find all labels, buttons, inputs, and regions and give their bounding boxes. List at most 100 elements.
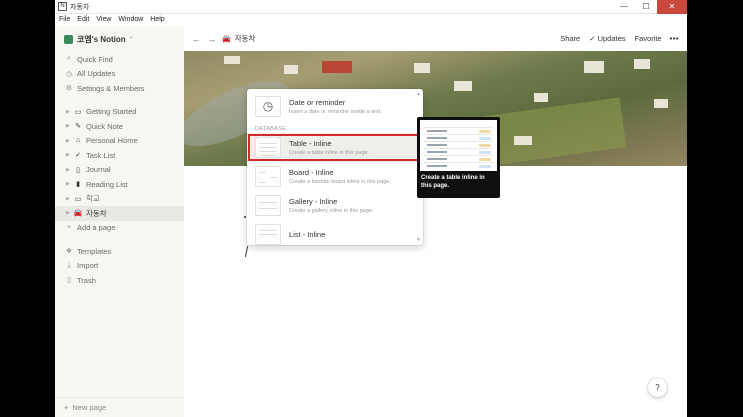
workspace-name: 코엠's Notion xyxy=(77,34,126,44)
help-button[interactable]: ? xyxy=(648,378,667,397)
house-icon: ⌂ xyxy=(75,137,81,145)
sidebar-page-journal[interactable]: ▶ ▯ Journal xyxy=(55,163,184,178)
scroll-down-icon[interactable]: ▼ xyxy=(416,237,421,243)
notion-window: N 자동차 — ☐ ✕ File Edit View Window Help 코… xyxy=(55,0,687,417)
menu-item-title: Gallery - Inline xyxy=(289,197,338,206)
menu-file[interactable]: File xyxy=(59,16,70,23)
page-icon: ▭ xyxy=(74,195,82,203)
sidebar-item-label: Trash xyxy=(77,275,96,285)
sidebar-item-label: Import xyxy=(77,261,99,271)
chevron-updown-icon: ⌃ xyxy=(128,36,134,43)
workspace-switcher[interactable]: 코엠's Notion ⌃ xyxy=(55,26,184,52)
title-bar: N 자동차 — ☐ ✕ xyxy=(55,0,687,14)
gear-icon: ⚙ xyxy=(65,85,73,93)
top-bar: ← → 🚘 자동차 Share ✓ Updates Favorite ••• xyxy=(184,26,687,51)
menu-item-title: Date or reminder xyxy=(289,97,346,107)
sidebar-item-label: Reading List xyxy=(86,179,128,189)
page-icon: ▭ xyxy=(74,108,82,116)
sidebar-trash[interactable]: ▯ Trash xyxy=(55,273,184,288)
maximize-button[interactable]: ☐ xyxy=(635,0,657,14)
sidebar-templates[interactable]: ❖ Templates xyxy=(55,244,184,259)
new-page-button[interactable]: + New page xyxy=(55,397,184,417)
breadcrumb[interactable]: 자동차 xyxy=(235,33,256,44)
sidebar-item-label: Settings & Members xyxy=(77,83,145,93)
sidebar-page-quick-note[interactable]: ▶ ✎ Quick Note xyxy=(55,119,184,134)
car-icon: 🚘 xyxy=(73,210,83,218)
sidebar-page-task-list[interactable]: ▶ ✓ Task List xyxy=(55,148,184,163)
sidebar-item-label: Task List xyxy=(86,150,116,160)
menu-item-list-inline[interactable]: List - Inline xyxy=(247,220,423,245)
menu-item-desc: Create a gallery inline in this page. xyxy=(289,208,374,214)
sidebar-page-personal-home[interactable]: ▶ ⌂ Personal Home xyxy=(55,134,184,149)
menu-item-gallery-inline[interactable]: Gallery - Inline Create a gallery inline… xyxy=(247,191,423,220)
sidebar: 코엠's Notion ⌃ ⌕ Quick Find ◷ All Updates… xyxy=(55,26,184,417)
sidebar-all-updates[interactable]: ◷ All Updates xyxy=(55,67,184,82)
forward-arrow-icon[interactable]: → xyxy=(207,34,216,44)
sidebar-add-page[interactable]: + Add a page xyxy=(55,221,184,236)
checkmark-icon: ✓ xyxy=(75,152,81,160)
expand-triangle-icon[interactable]: ▶ xyxy=(64,181,73,187)
sidebar-item-label: Personal Home xyxy=(86,136,138,146)
expand-triangle-icon[interactable]: ▶ xyxy=(64,196,73,202)
sidebar-quick-find[interactable]: ⌕ Quick Find xyxy=(55,52,184,67)
sidebar-settings[interactable]: ⚙ Settings & Members xyxy=(55,81,184,96)
table-preview-tooltip: Create a table inline in this page. xyxy=(417,117,500,198)
menu-window[interactable]: Window xyxy=(118,16,143,23)
sidebar-item-label: Getting Started xyxy=(86,107,137,117)
updates-label: Updates xyxy=(597,34,626,43)
new-page-label: New page xyxy=(72,403,107,412)
plus-icon: + xyxy=(66,224,72,232)
sidebar-item-label: 자동차 xyxy=(86,208,107,218)
sidebar-item-label: Quick Note xyxy=(86,121,124,131)
clock-icon: ◷ xyxy=(262,98,274,113)
menu-item-table-inline[interactable]: Table - Inline Create a table inline in … xyxy=(247,133,423,162)
sidebar-import[interactable]: ⤓ Import xyxy=(55,259,184,274)
sidebar-item-label: Templates xyxy=(77,246,112,256)
clock-icon: ◷ xyxy=(65,70,73,78)
workspace-icon xyxy=(64,34,73,44)
expand-triangle-icon[interactable]: ▶ xyxy=(64,109,73,115)
updates-button[interactable]: ✓ Updates xyxy=(589,34,625,43)
preview-description: Create a table inline in this page. xyxy=(421,175,485,189)
minimize-button[interactable]: — xyxy=(613,0,635,14)
book-icon: ▮ xyxy=(76,181,80,189)
table-thumbnail xyxy=(255,137,281,158)
menu-item-title: Board - Inline xyxy=(289,168,334,177)
scroll-up-icon[interactable]: ▲ xyxy=(416,91,421,97)
gallery-thumbnail xyxy=(255,195,281,216)
notion-app-icon: N xyxy=(58,2,67,11)
expand-triangle-icon[interactable]: ▶ xyxy=(64,138,73,144)
trash-icon: ▯ xyxy=(67,277,71,285)
expand-triangle-icon[interactable]: ▶ xyxy=(64,210,73,216)
sidebar-item-label: 학교 xyxy=(86,194,100,204)
menu-item-reminder[interactable]: ◷ Date or reminder Insert a date or remi… xyxy=(247,89,423,123)
pin-icon: ✎ xyxy=(75,123,81,131)
share-button[interactable]: Share xyxy=(560,34,580,43)
sidebar-item-label: Add a page xyxy=(77,223,116,233)
menu-edit[interactable]: Edit xyxy=(77,16,89,23)
search-icon: ⌕ xyxy=(67,55,71,63)
expand-triangle-icon[interactable]: ▶ xyxy=(64,123,73,129)
favorite-button[interactable]: Favorite xyxy=(635,34,662,43)
menu-section-database: DATABASE xyxy=(255,126,286,132)
menu-bar: File Edit View Window Help xyxy=(55,14,687,25)
menu-item-desc: Create a kanban board inline in this pag… xyxy=(289,179,391,185)
more-options-icon[interactable]: ••• xyxy=(670,34,679,43)
expand-triangle-icon[interactable]: ▶ xyxy=(64,152,73,158)
close-button[interactable]: ✕ xyxy=(657,0,687,14)
menu-help[interactable]: Help xyxy=(150,16,164,23)
notebook-icon: ▯ xyxy=(76,166,80,174)
menu-view[interactable]: View xyxy=(96,16,111,23)
sidebar-page-car[interactable]: ▶ 🚘 자동차 xyxy=(55,206,184,221)
expand-triangle-icon[interactable]: ▶ xyxy=(64,167,73,173)
menu-item-board-inline[interactable]: Board - Inline Create a kanban board inl… xyxy=(247,162,423,191)
sidebar-page-reading-list[interactable]: ▶ ▮ Reading List xyxy=(55,177,184,192)
sidebar-item-label: Quick Find xyxy=(77,54,113,64)
back-arrow-icon[interactable]: ← xyxy=(192,34,201,44)
menu-item-title: List - Inline xyxy=(289,230,326,239)
sidebar-page-school[interactable]: ▶ ▭ 학교 xyxy=(55,192,184,207)
slash-command-menu: ◷ Date or reminder Insert a date or remi… xyxy=(247,89,423,245)
plus-icon: + xyxy=(64,403,69,412)
text-cursor xyxy=(244,246,249,257)
sidebar-page-getting-started[interactable]: ▶ ▭ Getting Started xyxy=(55,105,184,120)
